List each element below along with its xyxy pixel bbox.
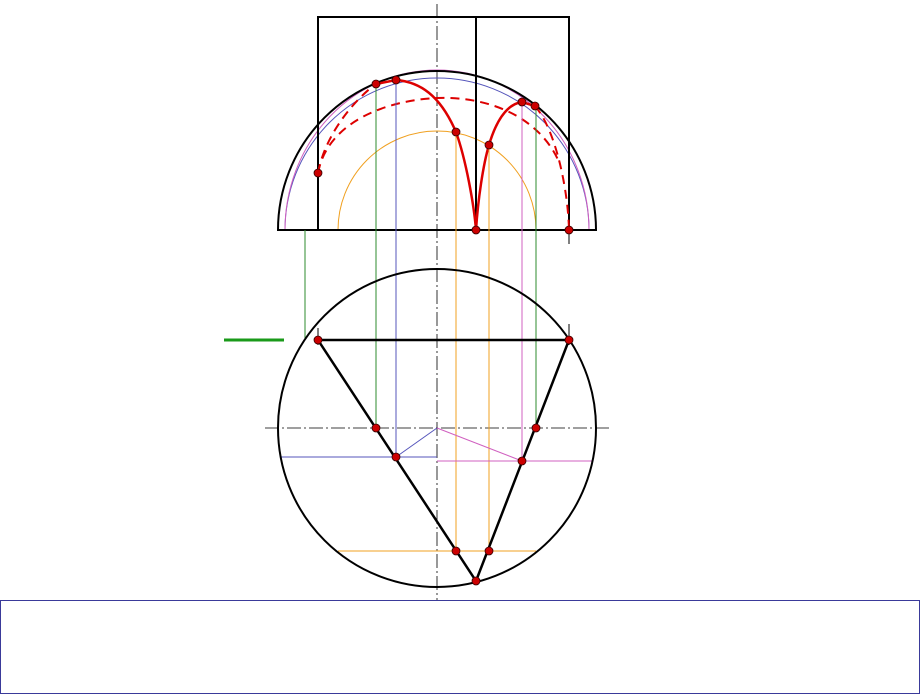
visible-section-curve-left [375, 78, 478, 231]
drawing-canvas [224, 4, 610, 600]
point-front-9 [564, 225, 574, 235]
point-front-4 [451, 127, 461, 137]
point-front-1 [313, 168, 323, 178]
bottom-text-panel [0, 600, 920, 694]
point-top-2 [564, 335, 574, 345]
blue-radius-line [395, 427, 438, 458]
projection-lines [304, 80, 537, 551]
point-top-9 [471, 576, 481, 586]
point-front-2 [371, 79, 381, 89]
point-front-8 [471, 225, 481, 235]
point-top-8 [484, 546, 494, 556]
point-top-4 [531, 423, 541, 433]
point-front-5 [484, 140, 494, 150]
key-points [313, 75, 574, 586]
point-top-1 [313, 335, 323, 345]
prism-front-rectangle [317, 16, 570, 231]
hidden-section-curve-left [317, 96, 560, 174]
point-front-3 [391, 75, 401, 85]
point-top-6 [517, 456, 527, 466]
point-top-3 [371, 423, 381, 433]
magenta-radius-line [436, 427, 523, 462]
point-front-6 [517, 97, 527, 107]
center-lines [265, 4, 610, 600]
point-front-7 [530, 101, 540, 111]
point-top-5 [391, 452, 401, 462]
point-top-7 [451, 546, 461, 556]
